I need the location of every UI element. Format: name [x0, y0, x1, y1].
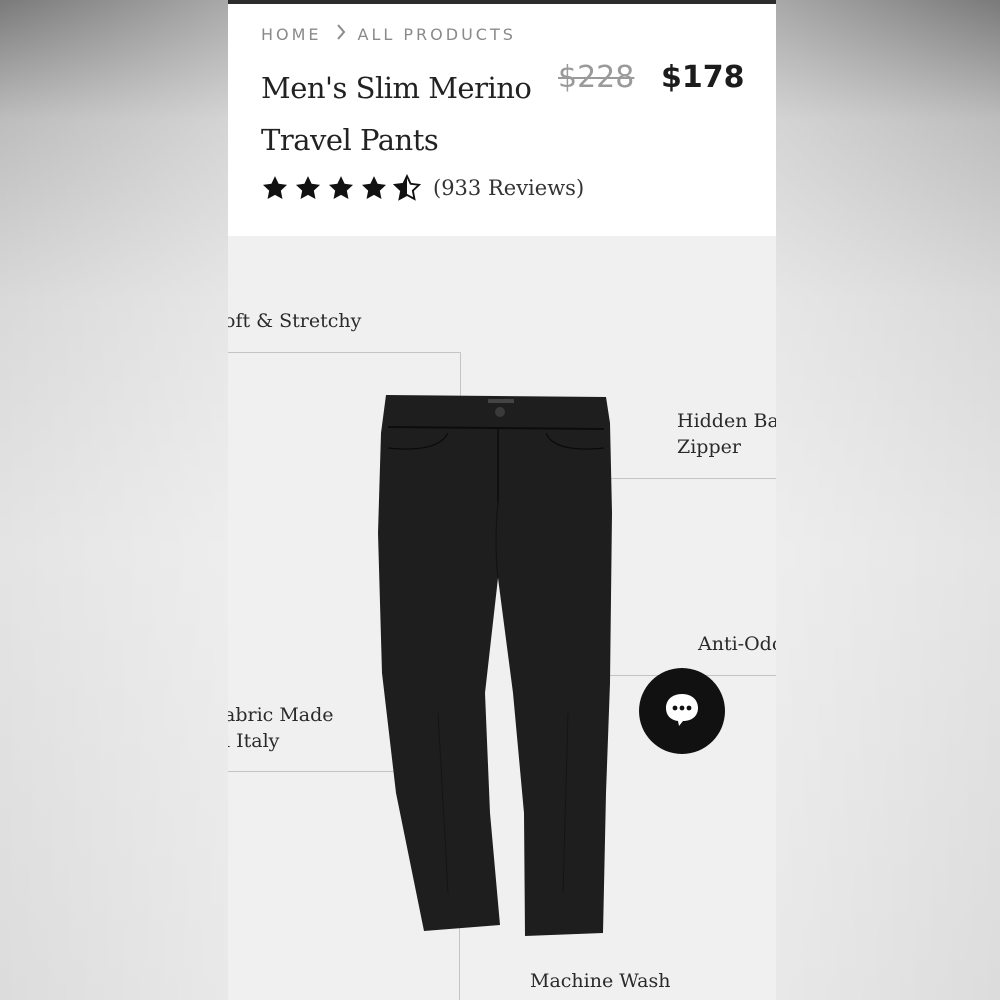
feature-callouts: oft & Stretchy Hidden Bac Zipper Anti-Od…: [228, 236, 776, 1000]
chat-button[interactable]: [639, 668, 725, 754]
feature-fabric-line2: ı Italy: [228, 730, 280, 752]
breadcrumb-all-products-link[interactable]: ALL PRODUCTS: [358, 25, 516, 44]
breadcrumb: HOME ALL PRODUCTS: [261, 24, 516, 44]
callout-line: [592, 478, 776, 479]
feature-fabric-line1: abric Made: [228, 704, 334, 726]
star-full-icon: [294, 174, 322, 202]
rating-row[interactable]: (933 Reviews): [261, 174, 584, 202]
star-half-icon: [393, 174, 421, 202]
chat-bubble-icon: [661, 688, 703, 734]
product-header: HOME ALL PRODUCTS Men's Slim Merino Trav…: [228, 4, 776, 236]
pants-image: [378, 395, 612, 936]
original-price: $228: [558, 60, 635, 95]
star-full-icon: [261, 174, 289, 202]
product-title: Men's Slim Merino Travel Pants: [261, 71, 532, 157]
background-left: [0, 0, 228, 1000]
reviews-link[interactable]: (933 Reviews): [433, 176, 584, 200]
feature-machine-washable: Machine Wash: [530, 970, 671, 992]
feature-soft-stretchy: oft & Stretchy: [228, 310, 362, 332]
feature-anti-odor: Anti-Odc: [698, 633, 776, 655]
star-rating: [261, 174, 421, 202]
feature-hidden-zipper-line1: Hidden Bac: [677, 410, 776, 432]
star-full-icon: [360, 174, 388, 202]
breadcrumb-home-link[interactable]: HOME: [261, 25, 322, 44]
callout-line: [228, 352, 460, 353]
feature-hidden-zipper-line2: Zipper: [677, 436, 741, 458]
chevron-right-icon: [336, 24, 346, 44]
phone-screen: HOME ALL PRODUCTS Men's Slim Merino Trav…: [228, 0, 776, 1000]
star-full-icon: [327, 174, 355, 202]
background-right: [776, 0, 1000, 1000]
sale-price: $178: [661, 60, 745, 95]
